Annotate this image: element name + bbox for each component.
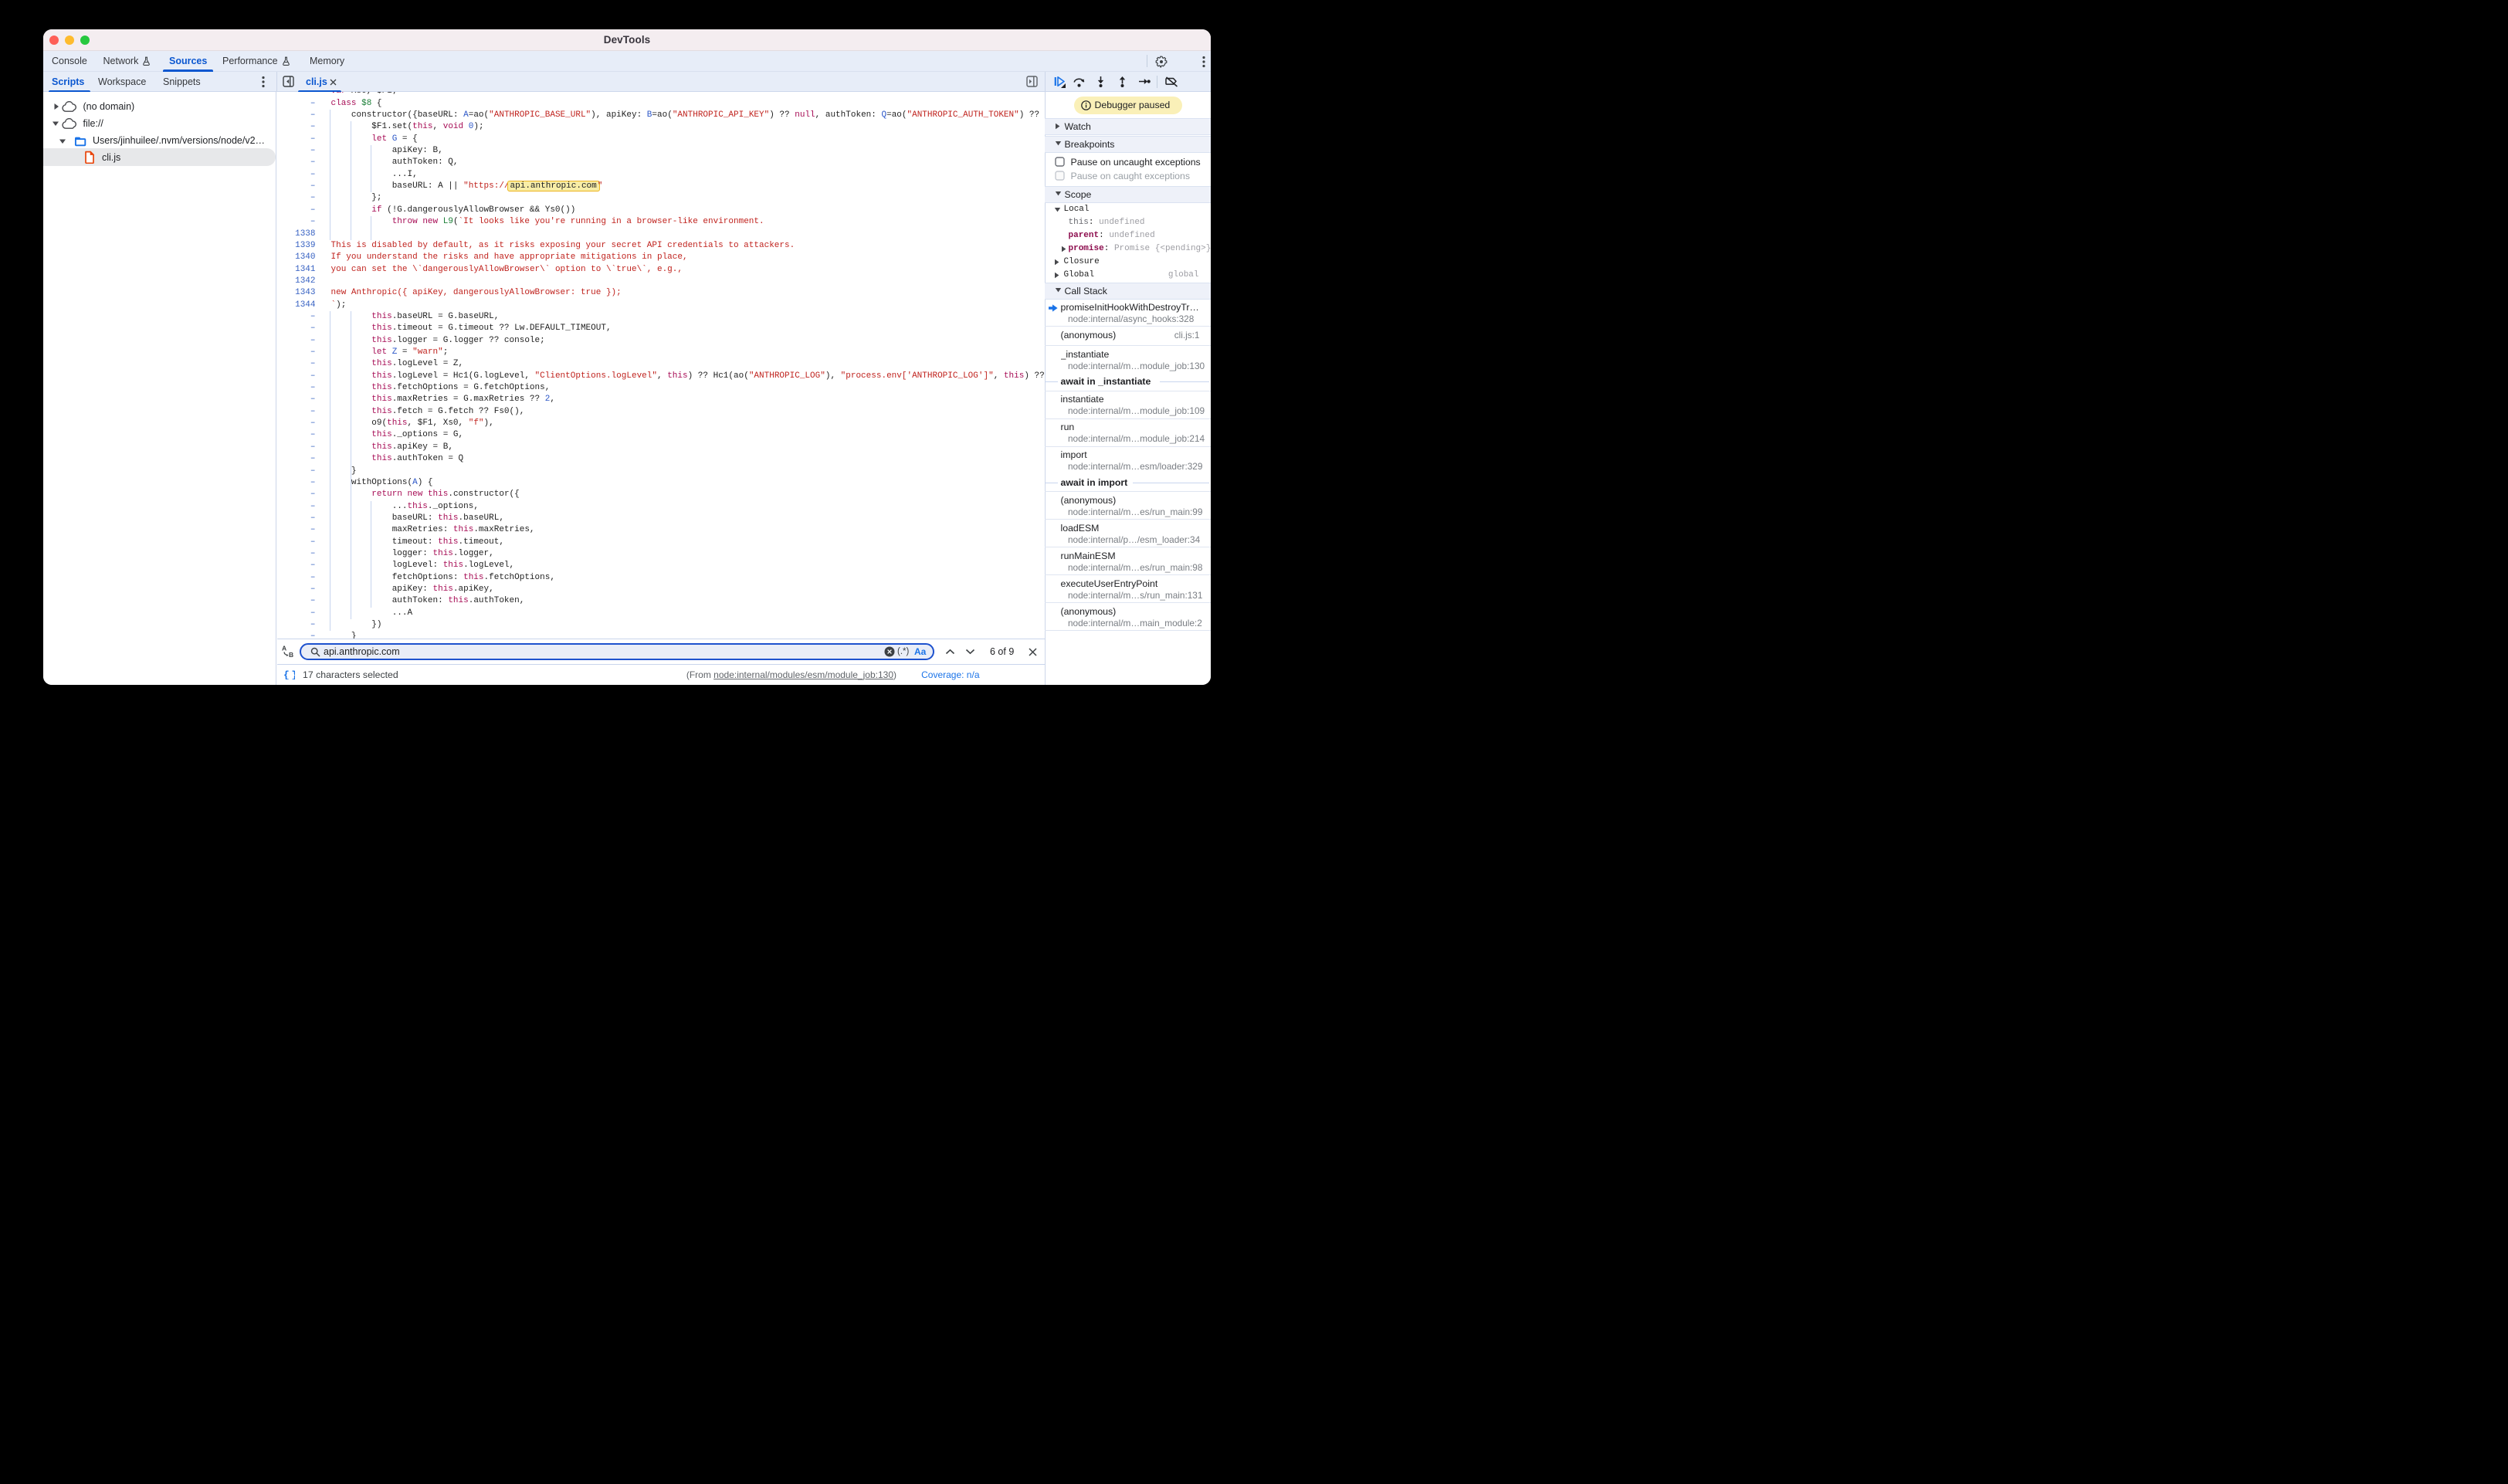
svg-text:B: B (289, 651, 293, 658)
svg-text:{ }: { } (283, 669, 295, 679)
svg-text:A: A (282, 645, 286, 652)
